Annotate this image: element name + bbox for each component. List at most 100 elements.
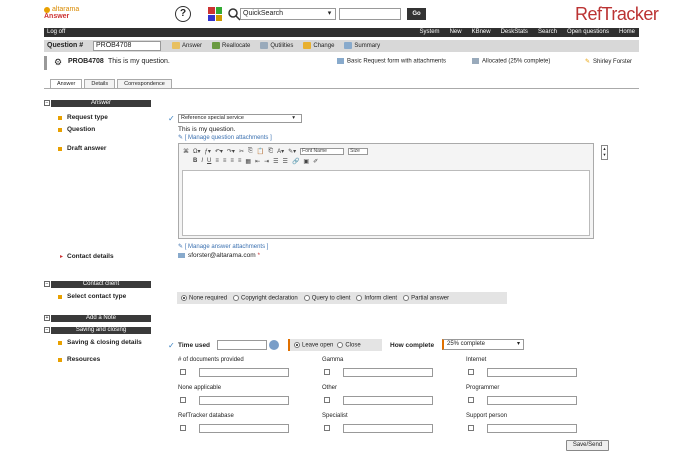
resource-input[interactable] xyxy=(199,368,289,377)
quicksearch-select[interactable]: QuickSearch xyxy=(240,8,336,20)
go-button[interactable]: Go xyxy=(407,8,426,20)
request-type-select[interactable]: Reference special service ▾ xyxy=(178,114,302,123)
paperclip-icon: ✎ xyxy=(178,244,184,250)
resource-input[interactable] xyxy=(343,424,433,433)
chevron-down-icon[interactable]: ▾ xyxy=(323,8,336,20)
highlight-icon[interactable]: ✎▾ xyxy=(288,148,296,155)
copy-icon[interactable]: ⎘ xyxy=(248,148,253,155)
qutilities-action[interactable]: Qutilities xyxy=(260,42,293,49)
gear-icon[interactable]: ⚙ xyxy=(54,57,62,68)
align-right-icon[interactable]: ≡ xyxy=(230,158,234,165)
nav-deskstats[interactable]: DeskStats xyxy=(501,28,528,37)
resource-checkbox[interactable] xyxy=(324,397,330,403)
saving-section-toggle[interactable]: − xyxy=(44,327,50,333)
change-action[interactable]: Change xyxy=(303,42,334,49)
paste-text-icon[interactable]: ⎗ xyxy=(268,148,273,155)
resource-checkbox[interactable] xyxy=(324,425,330,431)
undo-icon[interactable]: ↶▾ xyxy=(215,148,223,155)
underline-icon[interactable]: U xyxy=(207,158,211,165)
contact-client-toggle[interactable]: − xyxy=(44,281,50,287)
reallocate-action[interactable]: Reallocate xyxy=(212,42,250,49)
question-number-input[interactable]: PROB4708 xyxy=(93,41,161,51)
ordered-list-icon[interactable]: ☰ xyxy=(273,158,278,165)
help-icon[interactable]: ? xyxy=(175,6,191,22)
save-send-button[interactable]: Save/Send xyxy=(566,440,609,451)
time-used-input[interactable] xyxy=(217,340,267,350)
bullet-icon xyxy=(58,147,62,151)
spellcheck-icon[interactable]: ⌘ xyxy=(183,148,189,155)
apps-grid-icon[interactable] xyxy=(208,7,222,21)
radio-none-required[interactable]: None required xyxy=(181,294,228,302)
align-center-icon[interactable]: ≡ xyxy=(223,158,227,165)
radio-leave-open[interactable]: Leave open xyxy=(294,341,333,348)
radio-close[interactable]: Close xyxy=(337,341,361,348)
resource-checkbox[interactable] xyxy=(180,397,186,403)
font-name-select[interactable]: Font Name xyxy=(300,148,345,155)
radio-partial-answer[interactable]: Partial answer xyxy=(403,294,449,301)
redo-icon[interactable]: ↷▾ xyxy=(227,148,235,155)
nav-system[interactable]: System xyxy=(420,28,440,37)
answer-action[interactable]: Answer xyxy=(172,42,202,49)
radio-inform-client[interactable]: Inform client xyxy=(356,294,397,301)
radio-copyright-declaration[interactable]: Copyright declaration xyxy=(233,294,298,301)
image-icon[interactable]: ▣ xyxy=(303,158,309,165)
align-left-icon[interactable]: ≡ xyxy=(215,158,219,165)
timer-icon[interactable] xyxy=(269,340,279,350)
resource-checkbox[interactable] xyxy=(468,425,474,431)
resource-checkbox[interactable] xyxy=(468,369,474,375)
contact-email[interactable]: sforster@altarama.com * xyxy=(178,252,260,259)
bullet-list-icon[interactable]: ☰ xyxy=(283,158,288,165)
manage-answer-attachments-link[interactable]: ✎ [ Manage answer attachments ] xyxy=(178,243,268,250)
resource-input[interactable] xyxy=(487,424,577,433)
resource-input[interactable] xyxy=(487,396,577,405)
resource-input[interactable] xyxy=(343,368,433,377)
nav-new[interactable]: New xyxy=(450,28,462,37)
add-note-toggle[interactable]: + xyxy=(44,315,50,321)
manage-question-attachments-link[interactable]: ✎ [ Manage question attachments ] xyxy=(178,134,272,141)
indent-icon[interactable]: ⇥ xyxy=(264,158,269,165)
search-icon[interactable] xyxy=(227,7,241,21)
style-icon[interactable]: ƒ▾ xyxy=(205,148,211,155)
answer-section-toggle[interactable]: − xyxy=(44,100,50,106)
nav-search[interactable]: Search xyxy=(538,28,557,37)
chevron-down-icon: ▾ xyxy=(516,341,520,347)
logoff-link[interactable]: Log off xyxy=(47,28,65,37)
resource-checkbox[interactable] xyxy=(468,397,474,403)
nav-home[interactable]: Home xyxy=(619,28,635,37)
link-icon[interactable]: 🔗 xyxy=(292,158,299,165)
font-size-select[interactable]: Size xyxy=(348,148,369,155)
tab-correspondence[interactable]: Correspondence xyxy=(117,79,172,88)
request-form-label: Basic Request form with attachments xyxy=(347,58,447,65)
resource-checkbox[interactable] xyxy=(180,425,186,431)
cleanup-icon[interactable]: ✐ xyxy=(313,158,318,165)
bold-icon[interactable]: B xyxy=(193,158,197,165)
nav-open-questions[interactable]: Open questions xyxy=(567,28,609,37)
tab-answer[interactable]: Answer xyxy=(50,79,83,88)
how-complete-select[interactable]: 25% complete ▾ xyxy=(442,339,524,350)
resource-checkbox[interactable] xyxy=(180,369,186,375)
italic-icon[interactable]: I xyxy=(201,158,203,165)
radio-query-to-client[interactable]: Query to client xyxy=(303,294,350,301)
justify-icon[interactable]: ≡ xyxy=(238,158,242,165)
outdent-icon[interactable]: ⇤ xyxy=(255,158,260,165)
summary-action[interactable]: Summary xyxy=(344,42,380,49)
resource-input[interactable] xyxy=(343,396,433,405)
table-icon[interactable]: ▦ xyxy=(245,158,251,165)
resource-input[interactable] xyxy=(487,368,577,377)
request-form-link[interactable]: Basic Request form with attachments xyxy=(337,58,446,65)
problem-id: PROB4708 xyxy=(68,58,104,65)
special-char-icon[interactable]: Ω▾ xyxy=(193,148,201,155)
resource-checkbox[interactable] xyxy=(324,369,330,375)
request-type-label: Request type xyxy=(67,114,108,121)
editor-resize-scroll[interactable]: ▲ ▼ xyxy=(601,145,608,160)
radio-none-required-label: None required xyxy=(189,295,228,302)
search-input[interactable] xyxy=(339,8,401,20)
font-color-icon[interactable]: A▾ xyxy=(277,148,284,155)
draft-answer-textarea[interactable] xyxy=(182,170,590,236)
resource-input[interactable] xyxy=(199,396,289,405)
paste-icon[interactable]: 📋 xyxy=(257,148,264,155)
resource-input[interactable] xyxy=(199,424,289,433)
nav-kbnew[interactable]: KBnew xyxy=(472,28,491,37)
tab-details[interactable]: Details xyxy=(84,79,116,88)
cut-icon[interactable]: ✂ xyxy=(239,148,244,155)
